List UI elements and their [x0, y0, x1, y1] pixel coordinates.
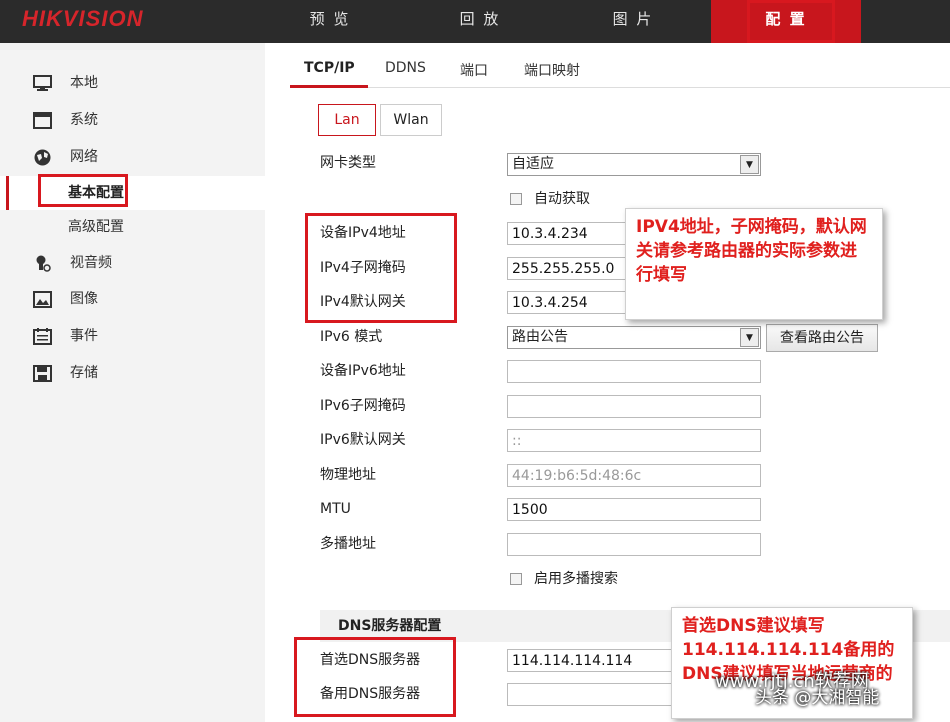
mac-address-label: 物理地址 [320, 467, 376, 483]
nav-picture[interactable]: 图 片 [558, 0, 708, 43]
globe-icon [34, 149, 51, 166]
sidebar-item-label: 图像 [70, 291, 98, 307]
image-icon [33, 291, 52, 308]
ipv6-mask-input[interactable] [507, 395, 761, 418]
subtab-wlan[interactable]: Wlan [380, 104, 442, 136]
chevron-down-icon[interactable]: ▼ [740, 328, 759, 347]
nav-preview[interactable]: 预 览 [255, 0, 405, 43]
floppy-icon [33, 365, 52, 382]
tab-bar: TCP/IP DDNS 端口 端口映射 [290, 52, 950, 88]
ipv4-callout-note: IPV4地址，子网掩码，默认网关请参考路由器的实际参数进行填写 [625, 208, 883, 320]
sidebar-item-event[interactable]: 事件 [0, 319, 265, 353]
multicast-address-label: 多播地址 [320, 536, 376, 552]
sidebar-item-label: 网络 [70, 149, 98, 165]
mtu-label: MTU [320, 501, 351, 517]
ipv6-address-input[interactable] [507, 360, 761, 383]
brand-logo: HIKVISION [22, 6, 144, 31]
sidebar-item-label: 系统 [70, 112, 98, 128]
tab-port[interactable]: 端口 [460, 60, 488, 80]
ipv6-gateway-label: IPv6默认网关 [320, 432, 406, 448]
watermark-author: 头条 @大湘智能 [755, 688, 880, 708]
chevron-down-icon[interactable]: ▼ [740, 155, 759, 174]
sidebar-item-network[interactable]: 网络 [0, 140, 265, 174]
sidebar-item-storage[interactable]: 存储 [0, 356, 265, 390]
tab-port-mapping[interactable]: 端口映射 [524, 60, 580, 80]
nav-playback[interactable]: 回 放 [405, 0, 555, 43]
ipv6-address-label: 设备IPv6地址 [320, 363, 406, 379]
highlight-box-config [747, 0, 835, 43]
ipv6-mode-value: 路由公告 [512, 329, 568, 345]
active-tab-indicator [290, 85, 368, 88]
sidebar-item-image[interactable]: 图像 [0, 282, 265, 316]
ipv6-mode-label: IPv6 模式 [320, 329, 383, 345]
subtab-lan[interactable]: Lan [318, 104, 376, 136]
sidebar-item-system[interactable]: 系统 [0, 103, 265, 137]
tab-tcpip[interactable]: TCP/IP [304, 60, 355, 76]
ipv6-mode-select[interactable]: 路由公告 ▼ [507, 326, 761, 349]
tab-ddns[interactable]: DDNS [385, 60, 426, 76]
sidebar-item-video-audio[interactable]: 视音频 [0, 246, 265, 280]
sidebar-subitem-advanced[interactable]: 高级配置 [0, 210, 265, 244]
sidebar-item-label: 存储 [70, 365, 98, 381]
nic-type-select[interactable]: 自适应 ▼ [507, 153, 761, 176]
ipv6-mask-label: IPv6子网掩码 [320, 398, 406, 414]
sidebar-item-label: 视音频 [70, 255, 112, 271]
microphone-icon [36, 255, 51, 272]
window-icon [33, 112, 52, 129]
mac-address-input [507, 464, 761, 487]
sidebar-subitem-label: 高级配置 [68, 219, 124, 235]
highlight-box-dns [294, 637, 456, 717]
view-route-advert-button[interactable]: 查看路由公告 [766, 324, 878, 352]
highlight-box-basic [38, 174, 128, 207]
auto-obtain-label: 自动获取 [534, 191, 590, 207]
enable-multicast-checkbox[interactable] [510, 573, 522, 585]
highlight-box-ipv4 [305, 213, 457, 323]
nic-type-label: 网卡类型 [320, 155, 376, 171]
mtu-input[interactable] [507, 498, 761, 521]
sidebar-item-local[interactable]: 本地 [0, 66, 265, 100]
ipv6-gateway-input [507, 429, 761, 452]
nic-type-value: 自适应 [512, 156, 554, 172]
sidebar-item-label: 事件 [70, 328, 98, 344]
calendar-icon [33, 328, 52, 345]
sidebar-item-label: 本地 [70, 75, 98, 91]
monitor-icon [33, 75, 52, 91]
enable-multicast-label: 启用多播搜索 [534, 571, 618, 587]
multicast-address-input[interactable] [507, 533, 761, 556]
auto-obtain-checkbox[interactable] [510, 193, 522, 205]
